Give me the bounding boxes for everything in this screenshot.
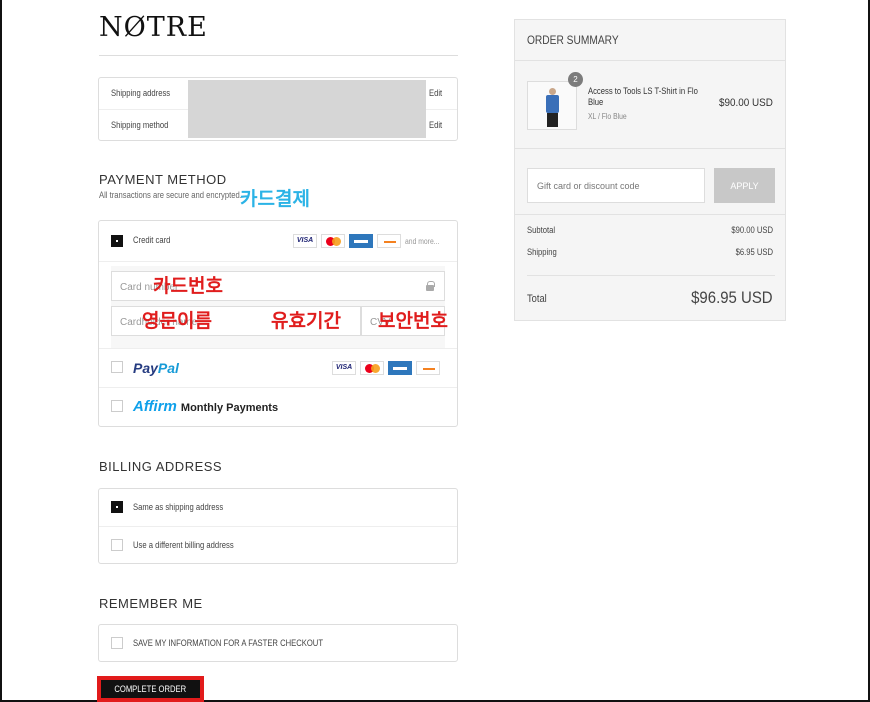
- billing-address-heading: BILLING ADDRESS: [99, 459, 223, 474]
- different-address-radio[interactable]: [111, 539, 123, 551]
- lock-icon: [426, 281, 435, 291]
- complete-order-highlight: COMPLETE ORDER: [97, 676, 204, 702]
- summary-divider: [527, 275, 775, 276]
- quantity-badge: 2: [568, 72, 583, 87]
- shipping-method-label: Shipping method: [111, 120, 169, 130]
- shipping-cost-value: $6.95 USD: [735, 247, 773, 257]
- discover-icon: [377, 234, 401, 248]
- order-summary-panel: ORDER SUMMARY 2 Access to Tools LS T-Shi…: [514, 19, 786, 321]
- product-thumbnail: [527, 81, 577, 130]
- subtotal-label: Subtotal: [527, 225, 556, 235]
- affirm-radio[interactable]: [111, 400, 123, 412]
- payment-method-heading: PAYMENT METHOD: [99, 172, 227, 187]
- credit-card-radio[interactable]: [111, 235, 123, 247]
- remember-me-heading: REMEMBER ME: [99, 596, 203, 611]
- different-address-label: Use a different billing address: [133, 540, 234, 550]
- total-value: $96.95 USD: [691, 288, 773, 307]
- annotation-card-number: 카드번호: [153, 275, 223, 297]
- model-head: [549, 88, 556, 95]
- paypal-radio[interactable]: [111, 361, 123, 373]
- shipping-address-label: Shipping address: [111, 88, 171, 98]
- shipping-cost-label: Shipping: [527, 247, 557, 257]
- row-divider: [99, 261, 457, 262]
- header-divider: [99, 55, 458, 56]
- credit-card-label: Credit card: [133, 235, 171, 245]
- subtotal-value: $90.00 USD: [731, 225, 773, 235]
- model-shirt: [546, 95, 559, 113]
- billing-options-box: Same as shipping address Use a different…: [98, 488, 458, 564]
- affirm-option[interactable]: Affirm Monthly Payments: [99, 388, 457, 428]
- paypal-logo: PayPal: [133, 360, 179, 376]
- annotation-security-code: 보안번호: [378, 310, 448, 332]
- model-legs: [547, 113, 558, 127]
- paypal-option[interactable]: PayPal VISA: [99, 349, 457, 387]
- visa-icon: VISA: [293, 234, 317, 248]
- window-border-left: [0, 0, 2, 702]
- total-label: Total: [527, 293, 547, 305]
- shipping-row: Shipping $6.95 USD: [527, 247, 773, 259]
- product-price: $90.00 USD: [719, 97, 773, 109]
- summary-divider: [515, 60, 785, 61]
- annotation-expiry: 유효기간: [271, 310, 341, 332]
- discover-icon: [416, 361, 440, 375]
- remember-me-box: SAVE MY INFORMATION FOR A FASTER CHECKOU…: [98, 624, 458, 662]
- edit-address-link[interactable]: Edit: [429, 88, 442, 98]
- save-info-checkbox[interactable]: [111, 637, 123, 649]
- store-logo[interactable]: NØTRE: [99, 12, 208, 43]
- amex-icon: [388, 361, 412, 375]
- amex-icon: [349, 234, 373, 248]
- mastercard-icon: [321, 234, 345, 248]
- different-address-option[interactable]: Use a different billing address: [99, 527, 457, 565]
- credit-card-option[interactable]: Credit card VISA and more...: [99, 221, 457, 261]
- order-summary-heading: ORDER SUMMARY: [527, 33, 619, 47]
- affirm-logo: Affirm Monthly Payments: [133, 398, 279, 415]
- same-address-option[interactable]: Same as shipping address: [99, 489, 457, 526]
- summary-divider: [515, 148, 785, 149]
- payment-security-note: All transactions are secure and encrypte…: [99, 190, 242, 200]
- redacted-shipping-info: [188, 80, 426, 138]
- visa-icon: VISA: [332, 361, 356, 375]
- edit-method-link[interactable]: Edit: [429, 120, 442, 130]
- discount-code-field[interactable]: [527, 168, 705, 203]
- same-address-label: Same as shipping address: [133, 502, 224, 512]
- product-name: Access to Tools LS T-Shirt in Flo Blue: [588, 86, 698, 107]
- summary-divider: [515, 214, 785, 215]
- shipping-review-box: Shipping address Edit Shipping method Ed…: [98, 77, 458, 141]
- and-more-text: and more...: [405, 236, 440, 246]
- same-address-radio[interactable]: [111, 501, 123, 513]
- annotation-card-payment: 카드결제: [240, 188, 310, 210]
- annotation-english-name: 영문이름: [142, 310, 212, 332]
- save-info-label: SAVE MY INFORMATION FOR A FASTER CHECKOU…: [133, 638, 324, 648]
- paypal-brand-icons: VISA: [332, 361, 440, 375]
- complete-order-button[interactable]: COMPLETE ORDER: [101, 680, 200, 698]
- subtotal-row: Subtotal $90.00 USD: [527, 225, 773, 237]
- product-variant: XL / Flo Blue: [588, 112, 627, 121]
- apply-discount-button[interactable]: APPLY: [714, 168, 775, 203]
- card-brand-icons: VISA and more...: [293, 234, 445, 248]
- mastercard-icon: [360, 361, 384, 375]
- discount-code-input[interactable]: [528, 169, 704, 202]
